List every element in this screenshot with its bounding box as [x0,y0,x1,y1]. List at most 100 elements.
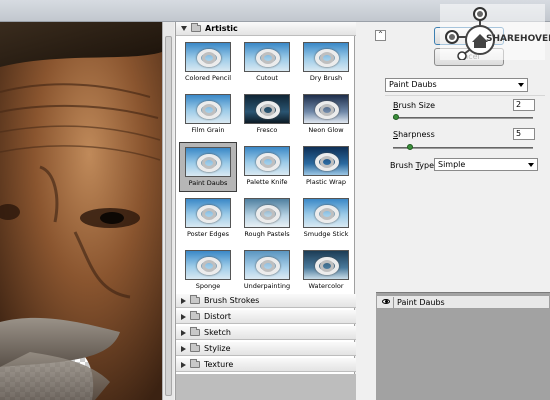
filter-thumb-neon-glow[interactable]: Neon Glow [297,90,355,140]
filter-preview-image [244,198,290,228]
preview-photo [0,22,162,400]
effect-layer-row[interactable]: Paint Daubs [376,295,550,309]
effect-layers-panel: Paint Daubs [376,292,550,400]
filter-dropdown[interactable]: Paint Daubs [385,78,528,92]
filter-thumb-smudge-stick[interactable]: Smudge Stick [297,194,355,244]
collapse-gallery-button[interactable]: ⌃ [375,30,386,41]
filter-label: Paint Daubs [188,179,228,187]
expand-down-icon [181,26,187,31]
preview-scrollbar[interactable] [162,22,174,400]
filter-thumbnails: Colored Pencil Cutout Dry Brush Film Gra… [176,36,356,314]
expand-right-icon [181,313,186,320]
folder-icon [190,359,200,368]
filter-thumb-underpainting[interactable]: Underpainting [238,246,296,296]
expand-right-icon [181,297,186,304]
filter-thumb-colored-pencil[interactable]: Colored Pencil [179,38,237,88]
folder-icon [191,23,201,32]
expand-right-icon [181,345,186,352]
eye-icon[interactable] [382,299,390,304]
folder-icon [190,295,200,304]
category-label: Brush Strokes [204,296,260,305]
sharenovel-logo: SHAREHOVEL [440,4,550,61]
filter-preview-image [185,147,231,177]
brush-size-slider-thumb[interactable] [392,114,399,120]
filter-thumb-cutout[interactable]: Cutout [238,38,296,88]
sharpness-label: Sharpness [393,130,435,139]
category-label: Stylize [204,344,231,353]
filter-preview-image [303,198,349,228]
filter-label: Dry Brush [309,74,343,82]
filter-thumb-dry-brush[interactable]: Dry Brush [297,38,355,88]
filter-preview-image [244,42,290,72]
category-distort[interactable]: Distort [176,310,356,324]
filter-label: Underpainting [243,282,291,290]
category-texture[interactable]: Texture [176,358,356,372]
filter-preview-image [244,146,290,176]
filter-thumb-rough-pastels[interactable]: Rough Pastels [238,194,296,244]
category-label: Texture [204,360,234,369]
filter-preview-image [244,250,290,280]
filter-label: Palette Knife [246,178,288,186]
image-preview[interactable] [0,22,162,400]
preview-scroll-thumb[interactable] [165,36,172,396]
filter-thumb-sponge[interactable]: Sponge [179,246,237,296]
filter-preview-image [303,250,349,280]
category-artistic[interactable]: Artistic [176,22,356,36]
filter-thumb-fresco[interactable]: Fresco [238,90,296,140]
filter-label: Poster Edges [186,230,230,238]
filter-preview-image [244,94,290,124]
filter-thumb-watercolor[interactable]: Watercolor [297,246,355,296]
filter-preview-image [185,42,231,72]
filter-label: Plastic Wrap [305,178,346,186]
filter-label: Rough Pastels [244,230,290,238]
filter-label: Cutout [256,74,278,82]
expand-right-icon [181,329,186,336]
brush-type-label: Brush Type: [390,161,437,170]
filter-label: Film Grain [191,126,225,134]
filter-preview-image [185,250,231,280]
filter-label: Watercolor [308,282,344,290]
brush-size-label: Brush Size [393,101,436,110]
sharpness-slider[interactable] [393,147,533,149]
expand-right-icon [181,361,186,368]
folder-icon [190,311,200,320]
category-brush-strokes[interactable]: Brush Strokes [176,294,356,308]
category-stylize[interactable]: Stylize [176,342,356,356]
brush-size-input[interactable]: 2 [513,99,535,111]
filter-thumb-plastic-wrap[interactable]: Plastic Wrap [297,142,355,192]
dropdown-arrow-icon [528,163,534,167]
filter-preview-image [185,94,231,124]
sharpness-slider-thumb[interactable] [406,144,413,150]
folder-icon [190,327,200,336]
filter-thumb-palette-knife[interactable]: Palette Knife [238,142,296,192]
filter-dropdown-value: Paint Daubs [389,80,437,89]
logo-graphic [445,7,495,61]
brush-type-dropdown[interactable]: Simple [434,158,538,171]
filter-label: Sponge [195,282,221,290]
category-label: Artistic [205,24,238,33]
brush-size-slider[interactable] [393,117,533,119]
filter-gallery: Artistic Colored Pencil Cutout Dry Brush… [175,22,356,400]
category-label: Sketch [204,328,231,337]
filter-label: Colored Pencil [184,74,231,82]
filter-label: Smudge Stick [303,230,349,238]
category-label: Distort [204,312,232,321]
layer-divider [393,297,394,308]
dropdown-arrow-icon [518,83,524,87]
gallery-empty-area [176,374,356,400]
filter-thumb-poster-edges[interactable]: Poster Edges [179,194,237,244]
folder-icon [190,343,200,352]
brush-type-value: Simple [438,160,466,169]
filter-thumb-film-grain[interactable]: Film Grain [179,90,237,140]
filter-preview-image [303,146,349,176]
filter-thumb-paint-daubs[interactable]: Paint Daubs [179,142,237,192]
logo-wordmark: SHAREHOVEL [486,34,550,44]
category-sketch[interactable]: Sketch [176,326,356,340]
filter-preview-image [303,94,349,124]
filter-preview-image [303,42,349,72]
filter-label: Neon Glow [308,126,344,134]
effect-layer-label: Paint Daubs [397,298,445,307]
sharpness-input[interactable]: 5 [513,128,535,140]
filter-preview-image [185,198,231,228]
filter-label: Fresco [256,126,278,134]
